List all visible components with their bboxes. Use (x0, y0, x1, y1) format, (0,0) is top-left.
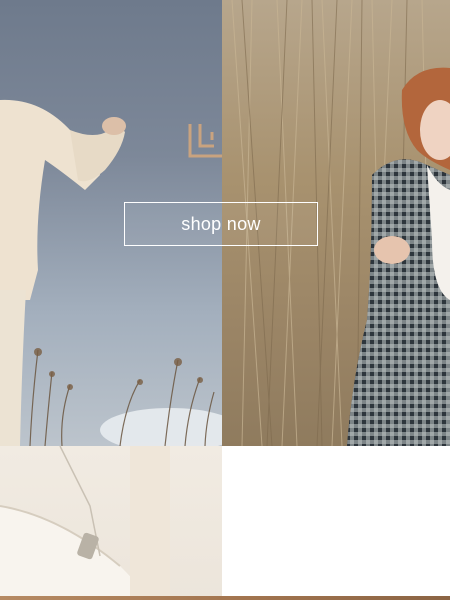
brand-logo-icon (186, 120, 226, 160)
photo-knit-detail (0, 446, 170, 600)
hero-banner: shop now (0, 0, 450, 446)
next-section-image-strip (0, 596, 450, 600)
product-image-bottom-left (0, 446, 222, 600)
shop-now-button[interactable]: shop now (124, 202, 318, 246)
